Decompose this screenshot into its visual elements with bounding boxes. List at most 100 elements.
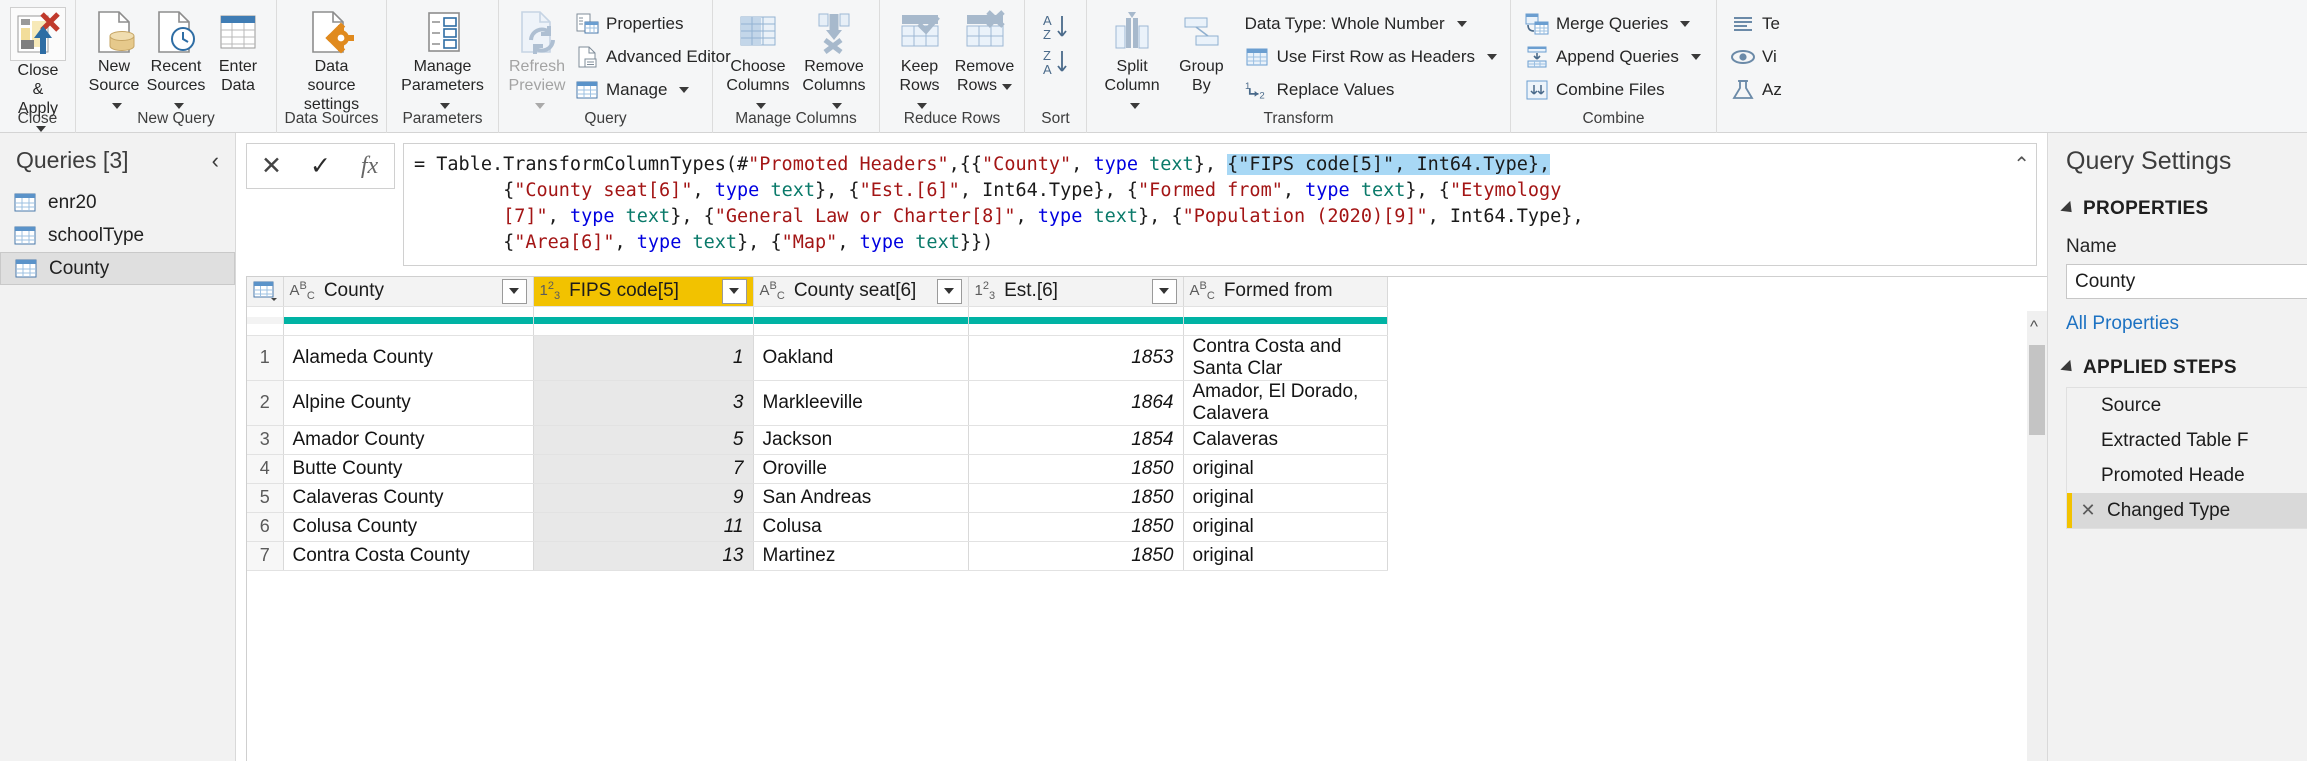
new-source-button[interactable]: New Source	[83, 4, 145, 114]
table-cell[interactable]: original	[1183, 541, 1388, 571]
delete-step-icon[interactable]: ✕	[2077, 500, 2099, 521]
azure-ml-button[interactable]: Az	[1724, 75, 1788, 104]
table-cell[interactable]: Colusa County	[283, 512, 534, 542]
table-cell[interactable]: 1850	[968, 454, 1184, 484]
properties-button[interactable]: Properties	[568, 9, 737, 38]
table-cell[interactable]: 1853	[968, 335, 1184, 381]
table-row[interactable]: 5 Calaveras County 9 San Andreas 1850 origina…	[247, 483, 1388, 513]
chevron-left-icon[interactable]: ‹	[212, 148, 223, 174]
all-properties-link[interactable]: All Properties	[2048, 299, 2307, 353]
formula-input-wrapper[interactable]: = Table.TransformColumnTypes(#"Promoted …	[403, 143, 2037, 266]
table-cell[interactable]: Calaveras	[1183, 425, 1388, 455]
table-row[interactable]: 7 Contra Costa County 13 Martinez 1850 origin…	[247, 541, 1388, 571]
grid-scroll-thumb[interactable]	[2029, 345, 2045, 435]
query-list-item-enr20[interactable]: enr20	[0, 186, 235, 219]
applied-step-promoted-headers[interactable]: Promoted Heade	[2067, 458, 2307, 493]
column-header-county[interactable]: ABC County	[283, 277, 534, 307]
applied-step-extracted-table[interactable]: Extracted Table F	[2067, 423, 2307, 458]
chevron-down-icon[interactable]	[679, 86, 690, 93]
advanced-editor-button[interactable]: Advanced Editor	[568, 42, 737, 71]
insert-function-icon[interactable]: fx	[345, 144, 394, 188]
column-filter-dropdown-icon[interactable]	[1151, 278, 1177, 304]
table-cell[interactable]: Alameda County	[283, 335, 534, 381]
column-header-fips-code-5[interactable]: 123 FIPS code[5]	[533, 277, 754, 307]
table-cell[interactable]: Colusa	[753, 512, 969, 542]
manage-button[interactable]: Manage	[568, 75, 737, 104]
properties-section-header[interactable]: PROPERTIES	[2048, 194, 2307, 228]
table-cell[interactable]: original	[1183, 483, 1388, 513]
sort-descending-icon[interactable]: Z A	[1042, 47, 1076, 77]
combine-files-button[interactable]: Combine Files	[1518, 75, 1707, 104]
keep-rows-button[interactable]: Keep Rows	[887, 4, 952, 114]
table-cell[interactable]: 13	[533, 541, 754, 571]
table-cell[interactable]: Oakland	[753, 335, 969, 381]
table-cell[interactable]: 5	[533, 425, 754, 455]
table-cell[interactable]: Calaveras County	[283, 483, 534, 513]
data-type-button[interactable]: Data Type: Whole Number	[1239, 9, 1503, 38]
table-row[interactable]: 6 Colusa County 11 Colusa 1850 original	[247, 512, 1388, 542]
table-cell[interactable]: 3	[533, 380, 754, 426]
query-list-item-schooltype[interactable]: schoolType	[0, 219, 235, 252]
applied-step-source[interactable]: Source	[2067, 388, 2307, 423]
table-cell[interactable]: Amador County	[283, 425, 534, 455]
table-cell[interactable]: Butte County	[283, 454, 534, 484]
chevron-down-icon[interactable]	[1690, 53, 1701, 60]
choose-columns-button[interactable]: Choose Columns	[720, 4, 796, 114]
table-cell[interactable]: 7	[533, 454, 754, 484]
recent-sources-button[interactable]: Recent Sources	[145, 4, 207, 114]
grid-vertical-scrollbar[interactable]: ^	[2027, 311, 2047, 761]
use-first-row-as-headers-button[interactable]: Use First Row as Headers	[1239, 42, 1503, 71]
table-cell[interactable]: 9	[533, 483, 754, 513]
column-filter-dropdown-icon[interactable]	[501, 278, 527, 304]
chevron-down-icon[interactable]	[1680, 20, 1691, 27]
remove-columns-button[interactable]: Remove Columns	[796, 4, 872, 114]
table-row[interactable]: 3 Amador County 5 Jackson 1854 Calaveras	[247, 425, 1388, 455]
column-header-est-6[interactable]: 123 Est.[6]	[968, 277, 1184, 307]
formula-input[interactable]: = Table.TransformColumnTypes(#"Promoted …	[404, 144, 2036, 260]
select-all-table-icon[interactable]	[247, 277, 284, 307]
table-cell[interactable]: original	[1183, 512, 1388, 542]
query-name-input[interactable]: County	[2066, 264, 2307, 299]
table-cell[interactable]: Markleeville	[753, 380, 969, 426]
table-cell[interactable]: Alpine County	[283, 380, 534, 426]
table-cell[interactable]: Jackson	[753, 425, 969, 455]
remove-rows-button[interactable]: Remove Rows	[952, 4, 1017, 95]
applied-steps-section-header[interactable]: APPLIED STEPS	[2048, 353, 2307, 387]
scroll-up-icon[interactable]: ^	[2030, 317, 2038, 337]
table-cell[interactable]: 1850	[968, 541, 1184, 571]
data-source-settings-button[interactable]: Data source settings	[284, 4, 379, 114]
split-column-button[interactable]: Split Column	[1094, 4, 1170, 114]
chevron-down-icon[interactable]	[1002, 84, 1013, 90]
cancel-formula-button[interactable]: ✕	[247, 144, 296, 188]
table-cell[interactable]: 1850	[968, 483, 1184, 513]
table-cell[interactable]: 1850	[968, 512, 1184, 542]
chevron-down-icon[interactable]	[1456, 20, 1467, 27]
chevron-down-icon[interactable]	[1487, 53, 1497, 60]
table-cell[interactable]: Contra Costa County	[283, 541, 534, 571]
replace-values-button[interactable]: 1 2 Replace Values	[1239, 75, 1503, 104]
applied-step-changed-type[interactable]: ✕ Changed Type	[2067, 493, 2307, 528]
table-row[interactable]: 4 Butte County 7 Oroville 1850 original	[247, 454, 1388, 484]
manage-parameters-button[interactable]: Manage Parameters	[394, 4, 491, 114]
append-queries-button[interactable]: Append Queries	[1518, 42, 1707, 71]
table-cell[interactable]: Amador, El Dorado, Calavera	[1183, 380, 1388, 426]
table-cell[interactable]: Contra Costa and Santa Clar	[1183, 335, 1388, 381]
vision-button[interactable]: Vi	[1724, 42, 1788, 71]
query-list-item-county[interactable]: County	[0, 252, 235, 285]
table-cell[interactable]: 11	[533, 512, 754, 542]
column-filter-dropdown-icon[interactable]	[721, 278, 747, 304]
table-cell[interactable]: 1	[533, 335, 754, 381]
column-header-county-seat-6[interactable]: ABC County seat[6]	[753, 277, 969, 307]
table-cell[interactable]: Oroville	[753, 454, 969, 484]
group-by-button[interactable]: Group By	[1170, 4, 1232, 95]
expand-formula-bar-icon[interactable]: ⌃	[2013, 152, 2030, 177]
table-cell[interactable]: Martinez	[753, 541, 969, 571]
table-cell[interactable]: 1864	[968, 380, 1184, 426]
merge-queries-button[interactable]: Merge Queries	[1518, 9, 1707, 38]
column-filter-dropdown-icon[interactable]	[936, 278, 962, 304]
column-header-formed-from[interactable]: ABC Formed from	[1183, 277, 1388, 307]
table-cell[interactable]: original	[1183, 454, 1388, 484]
table-row[interactable]: 1 Alameda County 1 Oakland 1853 Contra Costa …	[247, 335, 1388, 381]
accept-formula-button[interactable]: ✓	[296, 144, 345, 188]
table-cell[interactable]: San Andreas	[753, 483, 969, 513]
